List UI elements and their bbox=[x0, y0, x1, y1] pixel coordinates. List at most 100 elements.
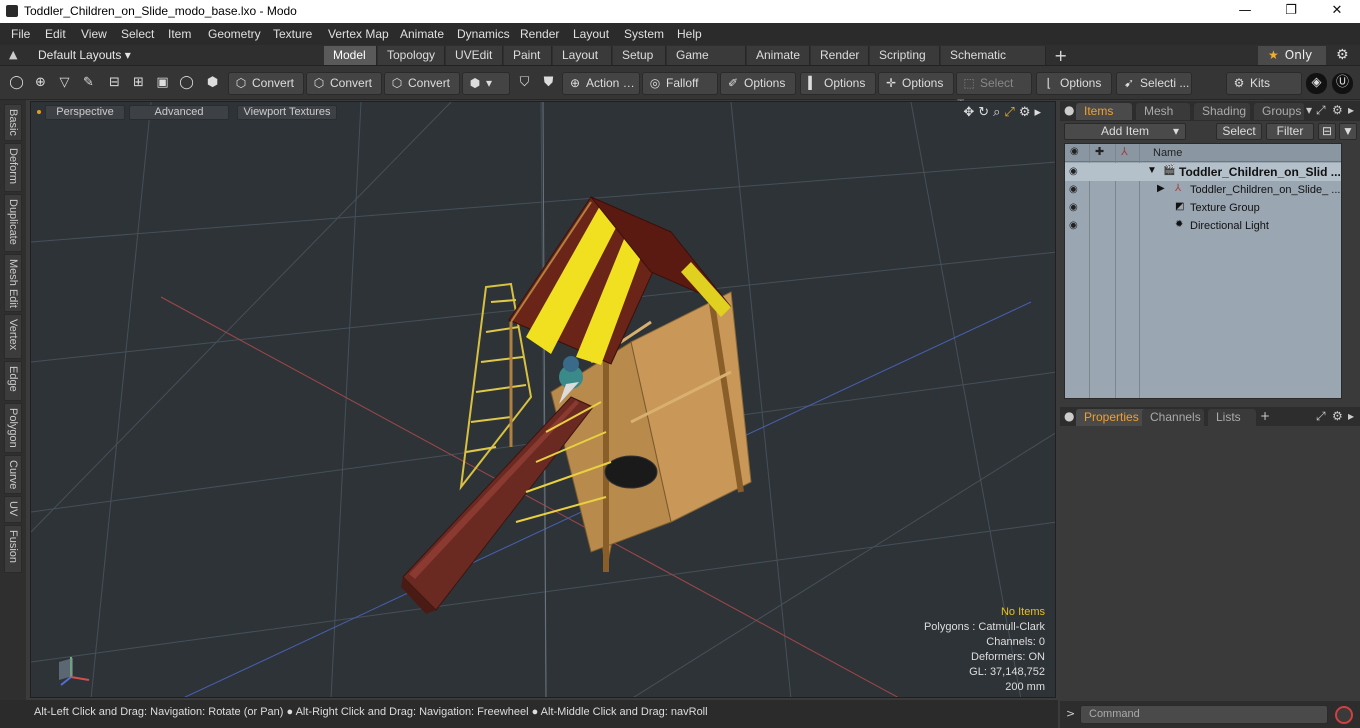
menu-help[interactable]: Help bbox=[677, 27, 702, 41]
name-column-header[interactable]: Name bbox=[1153, 147, 1182, 159]
tab-vertex[interactable]: Vertex bbox=[4, 314, 22, 359]
funnel-icon[interactable]: ▼ bbox=[1339, 123, 1357, 140]
eye-icon[interactable]: ◉ bbox=[1069, 202, 1078, 213]
eye-icon[interactable]: ◉ bbox=[1069, 184, 1078, 195]
menu-geometry[interactable]: Geometry bbox=[208, 27, 261, 41]
tab-groups[interactable]: Groups bbox=[1254, 103, 1304, 120]
only-toggle[interactable]: ★ Only bbox=[1258, 46, 1326, 65]
expand-arrow-icon[interactable]: ▶ bbox=[1157, 183, 1165, 194]
options-button-2[interactable]: ▍ Options bbox=[800, 72, 876, 95]
item-list-scrollbar[interactable] bbox=[1343, 143, 1356, 399]
maximize-button[interactable]: ❐ bbox=[1268, 0, 1314, 23]
item-list[interactable]: ◉ ✚ ⅄ Name ◉ ▼ 🎬 Toddler_Children_on_Sli… bbox=[1064, 143, 1342, 399]
tab-polygon[interactable]: Polygon bbox=[4, 403, 22, 453]
tab-mesh-edit[interactable]: Mesh Edit bbox=[4, 254, 22, 312]
tab-uvedit[interactable]: UVEdit bbox=[446, 46, 503, 65]
tab-game-tools[interactable]: Game Tools bbox=[667, 46, 746, 80]
materials-mode-icon[interactable]: ⊟ bbox=[104, 73, 125, 94]
tab-properties[interactable]: Properties bbox=[1076, 409, 1150, 426]
viewport-menu-icon[interactable]: ▸ bbox=[1034, 105, 1041, 120]
expand-arrow-icon[interactable]: ▼ bbox=[1147, 165, 1157, 176]
panel-more-icon[interactable]: ▸ bbox=[1348, 103, 1354, 117]
unity-icon[interactable]: ◈ bbox=[1306, 73, 1327, 94]
zoom-icon[interactable]: ⌕ bbox=[993, 105, 1000, 120]
panel-options-icon[interactable]: ⚙ bbox=[1332, 103, 1343, 117]
menu-render[interactable]: Render bbox=[520, 27, 559, 41]
select-through-button[interactable]: ⬚Select T... bbox=[956, 72, 1032, 111]
panel-more-icon[interactable]: ▸ bbox=[1348, 409, 1354, 423]
menu-vertex-map[interactable]: Vertex Map bbox=[328, 27, 389, 41]
tab-animate[interactable]: Animate bbox=[747, 46, 810, 65]
menu-item[interactable]: Item bbox=[168, 27, 191, 41]
add-item-button[interactable]: Add Item ▾ bbox=[1064, 123, 1186, 140]
select-button[interactable]: Select bbox=[1216, 123, 1262, 140]
symmetry-icon[interactable]: ⛉ bbox=[514, 73, 535, 94]
expand-icon[interactable]: ⤢ bbox=[1316, 409, 1326, 424]
tab-mesh[interactable]: Mesh ... bbox=[1136, 103, 1190, 134]
workplane-icon[interactable]: ⛊ bbox=[538, 73, 559, 94]
eye-icon[interactable]: ◉ bbox=[1069, 220, 1078, 231]
sphere-mode-icon[interactable]: ◯ bbox=[176, 73, 197, 94]
command-input[interactable]: Command bbox=[1080, 705, 1328, 724]
polygons-mode-icon[interactable]: ▽ bbox=[54, 73, 75, 94]
viewport-textures-button[interactable]: Viewport Textures bbox=[237, 105, 337, 120]
menu-layout[interactable]: Layout bbox=[573, 27, 609, 41]
convert-button-2[interactable]: ⬡ Convert bbox=[306, 72, 382, 95]
menu-edit[interactable]: Edit bbox=[45, 27, 66, 41]
tab-edge[interactable]: Edge bbox=[4, 361, 22, 401]
tab-layout[interactable]: Layout bbox=[553, 46, 612, 65]
add-panel-tab-button[interactable]: + bbox=[1260, 409, 1270, 423]
action-center-button[interactable]: ⊕ Action … bbox=[562, 72, 640, 95]
minimize-button[interactable]: — bbox=[1222, 0, 1268, 23]
tab-schematic-fusion[interactable]: Schematic Fusion bbox=[941, 46, 1046, 80]
layout-collapse-icon[interactable]: ▲ bbox=[9, 48, 17, 61]
cube-icon[interactable]: ⬢ bbox=[202, 73, 223, 94]
menu-select[interactable]: Select bbox=[121, 27, 154, 41]
panel-options-icon[interactable]: ⚙ bbox=[1332, 409, 1343, 423]
items-mode-icon[interactable]: ✎ bbox=[78, 73, 99, 94]
item-row-mesh[interactable]: ◉ ▶ ⅄ Toddler_Children_on_Slide_ ... bbox=[1065, 181, 1341, 199]
advanced-button[interactable]: Advanced bbox=[129, 105, 229, 120]
tab-lists[interactable]: Lists bbox=[1208, 409, 1256, 426]
unreal-icon[interactable]: Ⓤ bbox=[1332, 73, 1353, 94]
default-layouts-dropdown[interactable]: Default Layouts ▾ bbox=[38, 48, 131, 62]
menu-animate[interactable]: Animate bbox=[400, 27, 444, 41]
item-row-texture-group[interactable]: ◉ ◩ Texture Group bbox=[1065, 199, 1341, 217]
perspective-button[interactable]: Perspective bbox=[45, 105, 125, 120]
viewport-gear-icon[interactable]: ⚙ bbox=[1019, 105, 1031, 120]
record-icon[interactable] bbox=[1335, 706, 1353, 724]
tab-deform[interactable]: Deform bbox=[4, 143, 22, 192]
tab-items[interactable]: Items bbox=[1076, 103, 1132, 120]
tab-shading[interactable]: Shading bbox=[1194, 103, 1250, 120]
tab-duplicate[interactable]: Duplicate bbox=[4, 194, 22, 252]
tab-setup[interactable]: Setup bbox=[613, 46, 666, 65]
kits-button[interactable]: ⚙ Kits bbox=[1226, 72, 1302, 95]
item-row-scene[interactable]: ◉ ▼ 🎬 Toddler_Children_on_Slid ... bbox=[1065, 163, 1341, 181]
tab-fusion[interactable]: Fusion bbox=[4, 525, 22, 573]
pan-icon[interactable]: ✥ bbox=[963, 105, 974, 120]
tab-channels[interactable]: Channels bbox=[1142, 409, 1204, 426]
convert-button-1[interactable]: ⬡ Convert bbox=[228, 72, 304, 95]
options-button-3[interactable]: ✛ Options bbox=[878, 72, 954, 95]
selection-button[interactable]: ➹ Selecti ... bbox=[1116, 72, 1192, 95]
convert-button-3[interactable]: ⬡ Convert bbox=[384, 72, 460, 95]
snap-dropdown[interactable]: ⬢ ▾ bbox=[462, 72, 510, 95]
pivot-mode-icon[interactable]: ⊞ bbox=[128, 73, 149, 94]
menu-file[interactable]: File bbox=[11, 27, 30, 41]
panel-menu-icon[interactable]: ▾ bbox=[1306, 103, 1312, 117]
eye-icon[interactable]: ◉ bbox=[1069, 166, 1078, 177]
fit-icon[interactable]: ⤢ bbox=[1004, 105, 1014, 120]
menu-view[interactable]: View bbox=[81, 27, 107, 41]
options-button-1[interactable]: ✐ Options bbox=[720, 72, 796, 95]
tab-uv[interactable]: UV bbox=[4, 496, 22, 523]
vertices-mode-icon[interactable]: ◯ bbox=[6, 73, 27, 94]
close-button[interactable]: ✕ bbox=[1314, 0, 1360, 23]
menu-texture[interactable]: Texture bbox=[273, 27, 312, 41]
collapse-icon[interactable]: ⊟ bbox=[1318, 123, 1336, 140]
options-button-4[interactable]: ⌊ Options bbox=[1036, 72, 1112, 95]
3d-viewport[interactable]: Perspective Advanced Viewport Textures ✥… bbox=[30, 101, 1056, 698]
rotate-icon[interactable]: ↻ bbox=[978, 105, 989, 120]
command-arrow-icon[interactable]: > bbox=[1066, 707, 1075, 720]
tab-basic[interactable]: Basic bbox=[4, 104, 22, 141]
center-mode-icon[interactable]: ▣ bbox=[152, 73, 173, 94]
